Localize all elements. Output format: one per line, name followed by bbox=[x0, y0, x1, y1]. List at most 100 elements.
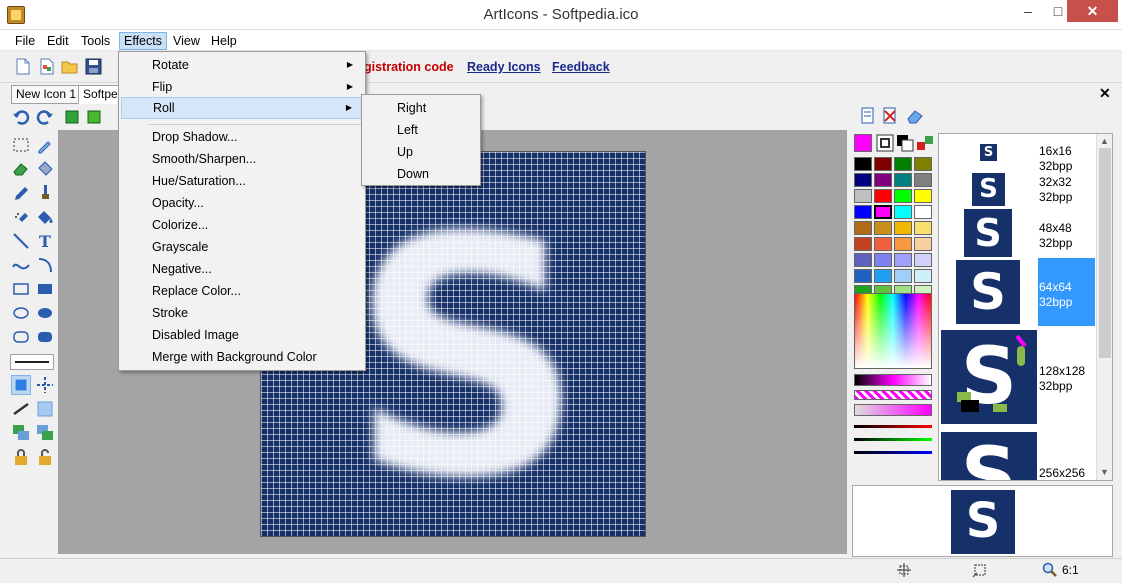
menu-item-stroke[interactable]: Stroke bbox=[121, 302, 363, 324]
unlock-icon[interactable] bbox=[35, 447, 55, 467]
color-swatch[interactable] bbox=[914, 237, 932, 251]
selection-square-icon[interactable] bbox=[35, 399, 55, 419]
color-swatch[interactable] bbox=[854, 253, 872, 267]
color-swatch[interactable] bbox=[874, 237, 892, 251]
color-swatch[interactable] bbox=[914, 189, 932, 203]
menu-item-roll-left[interactable]: Left bbox=[364, 119, 480, 141]
lock-icon[interactable] bbox=[11, 447, 31, 467]
eraser-icon[interactable] bbox=[906, 108, 924, 124]
color-swatch[interactable] bbox=[874, 221, 892, 235]
rectangle-filled-icon[interactable] bbox=[35, 279, 55, 299]
scroll-up-icon[interactable]: ▲ bbox=[1100, 136, 1109, 146]
flood-fill-icon[interactable] bbox=[35, 207, 55, 227]
document-stack-icon[interactable] bbox=[860, 107, 876, 125]
icon-list-scrollbar[interactable]: ▲ ▼ bbox=[1096, 134, 1112, 480]
layer-green-alt-icon[interactable] bbox=[86, 109, 102, 125]
swap-colors-icon[interactable] bbox=[916, 134, 934, 152]
scroll-thumb[interactable] bbox=[1099, 148, 1111, 358]
antialias-line-icon[interactable] bbox=[11, 399, 31, 419]
menu-item-replace-color[interactable]: Replace Color... bbox=[121, 280, 363, 302]
rectangle-outline-icon[interactable] bbox=[11, 279, 31, 299]
menu-item-negative[interactable]: Negative... bbox=[121, 258, 363, 280]
color-swatch[interactable] bbox=[874, 173, 892, 187]
color-swatch[interactable] bbox=[854, 221, 872, 235]
menu-effects[interactable]: Effects bbox=[119, 32, 167, 50]
color-swatch[interactable] bbox=[894, 157, 912, 171]
curve-tool-icon[interactable] bbox=[11, 255, 31, 275]
color-swatch[interactable] bbox=[914, 269, 932, 283]
menu-item-rotate[interactable]: Rotate ▶ bbox=[121, 54, 363, 76]
eyedropper-icon[interactable] bbox=[35, 135, 55, 155]
layer-copy-icon[interactable] bbox=[35, 423, 55, 443]
menu-tools[interactable]: Tools bbox=[77, 32, 114, 50]
menu-item-drop-shadow[interactable]: Drop Shadow... bbox=[121, 126, 363, 148]
menu-edit[interactable]: Edit bbox=[43, 32, 73, 50]
color-swatch[interactable] bbox=[894, 173, 912, 187]
color-swatch[interactable] bbox=[914, 253, 932, 267]
new-from-image-icon[interactable] bbox=[38, 58, 55, 75]
color-swatch[interactable] bbox=[894, 237, 912, 251]
save-icon[interactable] bbox=[85, 58, 102, 75]
tab-new-icon-1[interactable]: New Icon 1 bbox=[11, 85, 82, 104]
close-button[interactable]: ✕ bbox=[1067, 0, 1118, 22]
menu-item-merge-background[interactable]: Merge with Background Color bbox=[121, 346, 363, 368]
color-swatch[interactable] bbox=[874, 253, 892, 267]
color-swatch[interactable] bbox=[874, 189, 892, 203]
minimize-button[interactable]: – bbox=[1013, 0, 1043, 22]
text-tool-icon[interactable]: T bbox=[35, 231, 55, 251]
ready-icons-link[interactable]: Ready Icons bbox=[467, 60, 541, 74]
rounded-rect-outline-icon[interactable] bbox=[11, 327, 31, 347]
feedback-link[interactable]: Feedback bbox=[552, 60, 610, 74]
color-swatch[interactable] bbox=[854, 173, 872, 187]
ellipse-outline-icon[interactable] bbox=[11, 303, 31, 323]
list-item[interactable]: S 32x32 32bpp bbox=[939, 170, 1097, 208]
inverse-color-icon[interactable] bbox=[896, 134, 914, 152]
menu-item-smooth-sharpen[interactable]: Smooth/Sharpen... bbox=[121, 148, 363, 170]
menu-item-colorize[interactable]: Colorize... bbox=[121, 214, 363, 236]
open-folder-icon[interactable] bbox=[61, 58, 78, 75]
color-swatch[interactable] bbox=[894, 205, 912, 219]
layer-green-icon[interactable] bbox=[64, 109, 80, 125]
layer-merge-icon[interactable] bbox=[11, 423, 31, 443]
opacity-slider[interactable] bbox=[854, 404, 932, 416]
list-item-selected[interactable]: S 64x64 32bpp bbox=[939, 258, 1097, 326]
tab-softpedia[interactable]: Softpe bbox=[78, 85, 123, 104]
color-swatch[interactable] bbox=[854, 269, 872, 283]
new-file-icon[interactable] bbox=[14, 58, 31, 75]
brightness-slider[interactable] bbox=[854, 374, 932, 386]
brush-icon[interactable] bbox=[35, 183, 55, 203]
color-swatch[interactable] bbox=[854, 189, 872, 203]
color-swatch[interactable] bbox=[914, 173, 932, 187]
menu-item-opacity[interactable]: Opacity... bbox=[121, 192, 363, 214]
color-swatch[interactable] bbox=[894, 253, 912, 267]
color-swatch[interactable] bbox=[914, 205, 932, 219]
line-width-selector[interactable] bbox=[10, 354, 54, 370]
list-item[interactable]: S 16x16 32bpp bbox=[939, 140, 1097, 173]
pencil-icon[interactable] bbox=[11, 183, 31, 203]
airbrush-icon[interactable] bbox=[11, 207, 31, 227]
menu-item-roll-right[interactable]: Right bbox=[364, 97, 480, 119]
list-item[interactable]: S 256x256 bbox=[939, 430, 1097, 480]
delete-format-icon[interactable] bbox=[882, 107, 898, 125]
transparent-color-icon[interactable] bbox=[876, 134, 894, 152]
foreground-color-swatch[interactable] bbox=[854, 134, 872, 152]
menu-item-roll-up[interactable]: Up bbox=[364, 141, 480, 163]
menu-view[interactable]: View bbox=[169, 32, 204, 50]
fill-mode-icon[interactable] bbox=[11, 375, 31, 395]
color-swatch[interactable] bbox=[894, 189, 912, 203]
fill-bucket-icon[interactable] bbox=[35, 159, 55, 179]
color-swatch[interactable] bbox=[874, 157, 892, 171]
menu-item-flip[interactable]: Flip ▶ bbox=[121, 76, 363, 98]
color-swatch[interactable] bbox=[894, 221, 912, 235]
list-item[interactable]: S 48x48 32bpp bbox=[939, 208, 1097, 258]
line-tool-icon[interactable] bbox=[11, 231, 31, 251]
color-swatch-selected[interactable] bbox=[874, 205, 892, 219]
color-swatch[interactable] bbox=[894, 269, 912, 283]
pattern-strip[interactable] bbox=[854, 390, 932, 400]
rectangle-select-icon[interactable] bbox=[11, 135, 31, 155]
close-document-icon[interactable]: ✕ bbox=[1099, 85, 1111, 102]
menu-help[interactable]: Help bbox=[207, 32, 241, 50]
red-channel-slider[interactable] bbox=[854, 425, 932, 428]
menu-item-grayscale[interactable]: Grayscale bbox=[121, 236, 363, 258]
move-pattern-icon[interactable] bbox=[35, 375, 55, 395]
